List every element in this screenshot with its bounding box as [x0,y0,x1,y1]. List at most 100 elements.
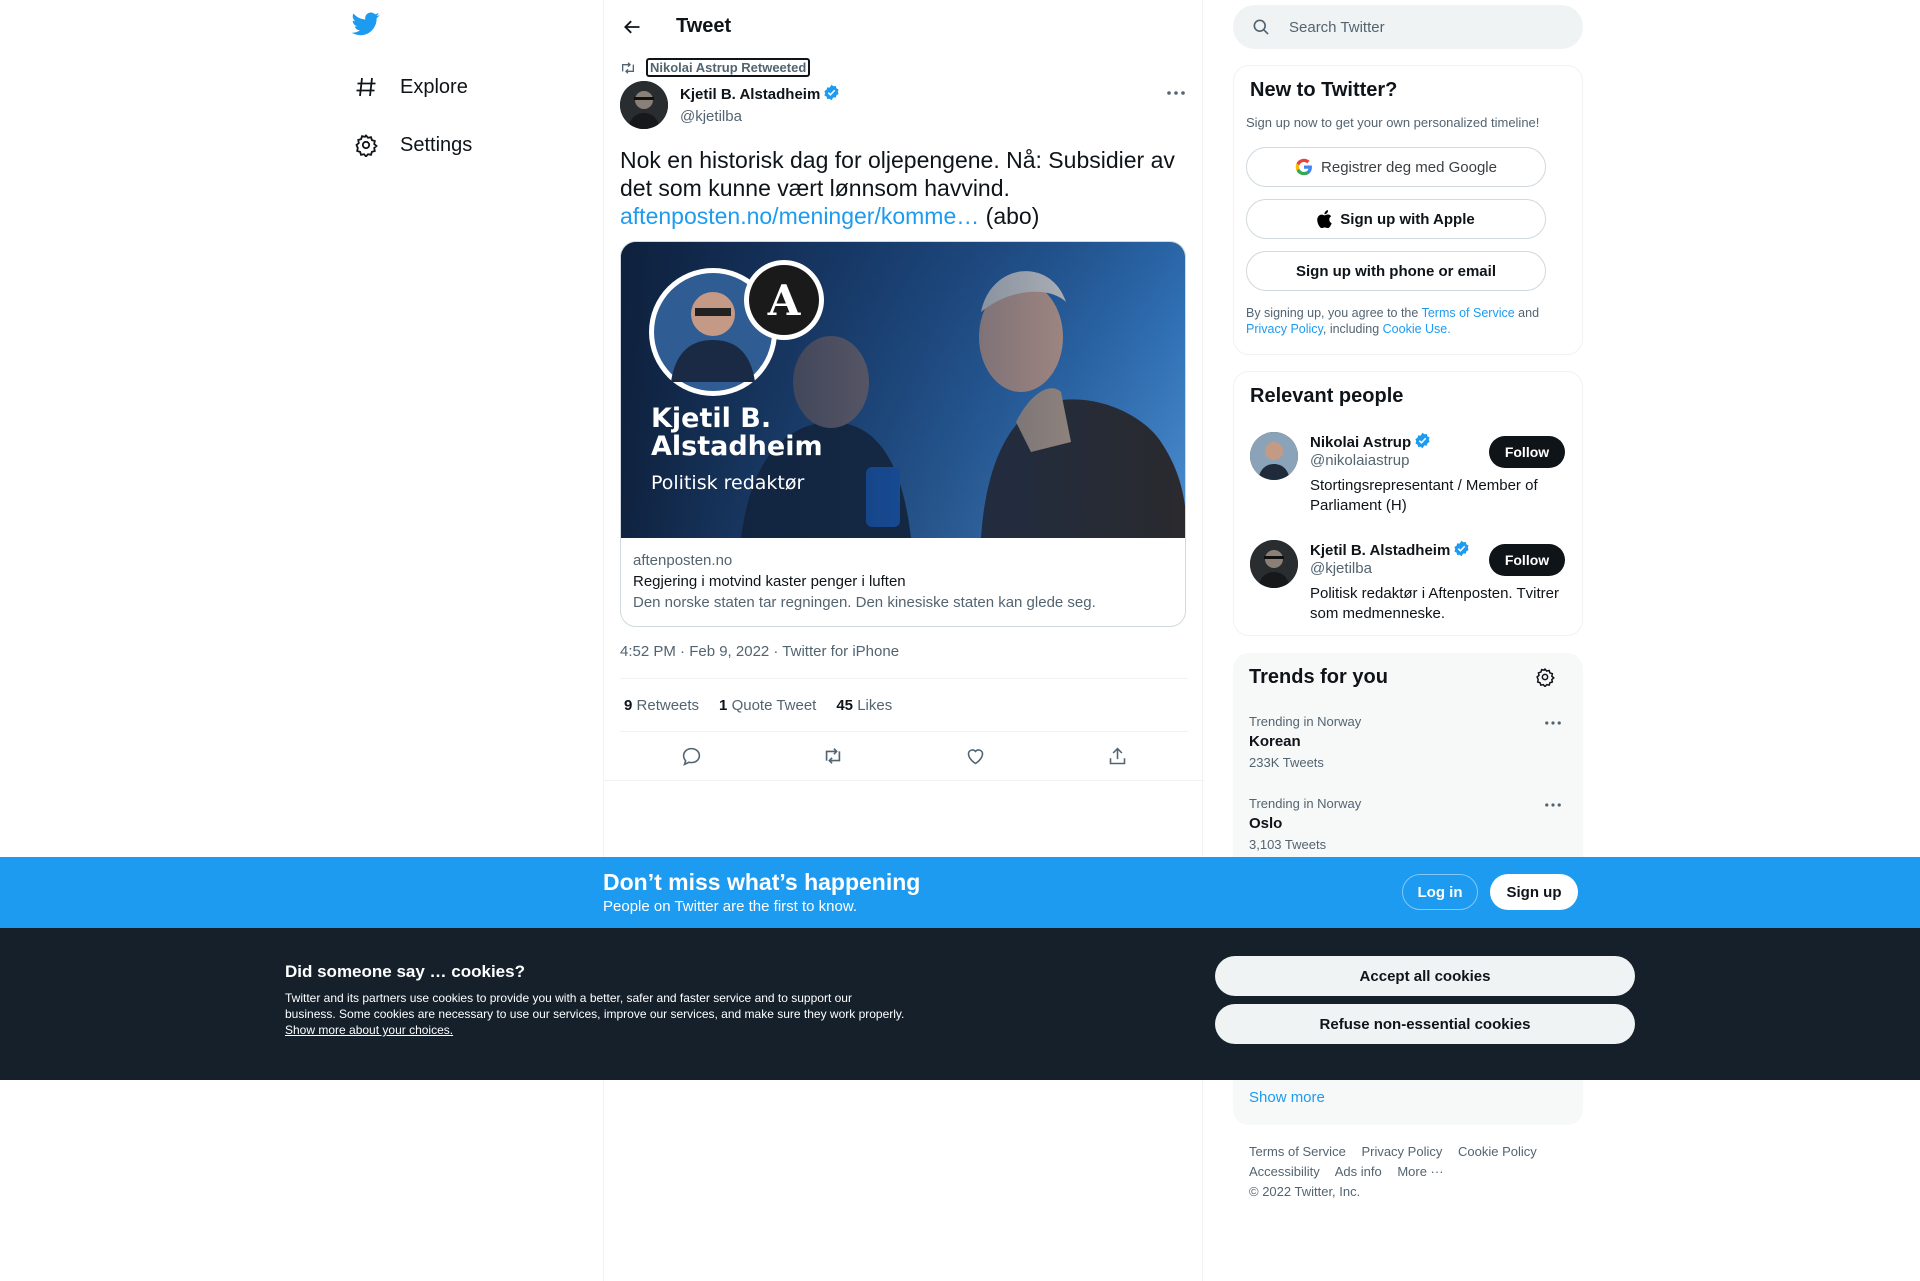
card-domain: aftenposten.no [633,552,733,569]
search-input[interactable] [1289,18,1549,36]
tweet-text: Nok en historisk dag for oljepengene. Nå… [620,146,1190,230]
author-avatar[interactable] [620,81,668,129]
banner-heading: Don’t miss what’s happening [603,869,921,895]
trends-settings-gear-icon[interactable] [1535,667,1557,689]
tweet-more-icon[interactable] [1162,83,1190,103]
back-button[interactable] [616,11,648,43]
page-title: Tweet [676,15,732,37]
nav-explore-label: Explore [400,75,468,98]
author-name[interactable]: Kjetil B. Alstadheim [680,86,820,103]
likes-count: 45 [836,697,854,714]
retweets-count: 9 [624,697,633,714]
trends-title: Trends for you [1249,666,1388,688]
cookie-body: Twitter and its partners use cookies to … [285,990,905,1038]
share-icon[interactable] [1100,739,1134,773]
new-to-twitter-subtitle: Sign up now to get your own personalized… [1246,115,1540,130]
person-bio: Stortingsrepresentant / Member of Parlia… [1310,477,1538,514]
cookie-heading: Did someone say … cookies? [285,962,525,981]
footer-accessibility-link[interactable]: Accessibility [1249,1164,1320,1179]
hashtag-icon [352,73,380,101]
tweet-suffix: (abo) [979,203,1040,229]
cookie-use-link[interactable]: Cookie Use. [1383,322,1451,336]
trend-name: Korean [1249,733,1301,750]
footer-more-link[interactable]: More ··· [1397,1164,1443,1179]
signup-button[interactable]: Sign up [1490,874,1578,910]
trend-name: Oslo [1249,815,1283,832]
link-card[interactable]: A Kjetil B. Alstadheim Politisk redaktør… [620,241,1186,627]
follow-button[interactable]: Follow [1489,436,1565,468]
show-more-link[interactable]: Show more [1249,1089,1325,1106]
twitter-logo-icon[interactable] [351,12,382,42]
search-bar[interactable] [1233,5,1583,49]
like-heart-icon[interactable] [958,739,992,773]
footer-privacy-link[interactable]: Privacy Policy [1361,1144,1442,1159]
verified-badge-icon [823,84,840,105]
reply-icon[interactable] [674,739,708,773]
tweet-actions [620,740,1188,772]
footer-cookie-link[interactable]: Cookie Policy [1458,1144,1537,1159]
google-icon [1295,158,1313,176]
terms-link[interactable]: Terms of Service [1422,306,1515,320]
privacy-link[interactable]: Privacy Policy [1246,322,1323,336]
tweet-author: Kjetil B. Alstadheim @kjetilba [680,84,840,125]
new-to-twitter-title: New to Twitter? [1250,79,1398,101]
nav-settings[interactable]: Settings [352,125,472,165]
tweet-timestamp[interactable]: 4:52 PM · Feb 9, 2022 · Twitter for iPho… [620,643,899,660]
trend-item[interactable]: Trending in Norway Oslo 3,103 Tweets [1249,796,1569,852]
card-meta: aftenposten.no Regjering i motvind kaste… [633,552,1173,611]
card-image: A Kjetil B. Alstadheim Politisk redaktør [621,242,1185,538]
trend-context: Trending in Norway [1249,714,1362,729]
apple-signup-button[interactable]: Sign up with Apple [1246,199,1546,239]
nav-explore[interactable]: Explore [352,67,468,107]
phone-signup-label: Sign up with phone or email [1295,262,1496,280]
refuse-cookies-button[interactable]: Refuse non-essential cookies [1215,1004,1635,1044]
retweet-action-icon[interactable] [816,739,850,773]
divider [604,780,1204,781]
trend-context: Trending in Norway [1249,796,1362,811]
verified-badge-icon [1414,432,1431,453]
follow-button[interactable]: Follow [1489,544,1565,576]
google-signup-button[interactable]: Registrer deg med Google [1246,147,1546,187]
legal-and: and [1514,306,1540,320]
tweet-body: Nok en historisk dag for oljepengene. Nå… [620,147,1175,201]
person-name[interactable]: Kjetil B. Alstadheim [1310,542,1450,559]
card-description: Den norske staten tar regningen. Den kin… [633,594,1096,611]
avatar[interactable] [1250,540,1298,588]
card-overlay-name1: Kjetil B. [651,403,771,434]
footer-terms-link[interactable]: Terms of Service [1249,1144,1346,1159]
quotes-stat[interactable]: 1 Quote Tweet [719,697,816,714]
trend-item[interactable]: Trending in Norway Korean 233K Tweets [1249,714,1569,770]
avatar[interactable] [1250,432,1298,480]
phone-email-signup-button[interactable]: Sign up with phone or email [1246,251,1546,291]
legal-prefix: By signing up, you agree to the [1246,306,1422,320]
login-button[interactable]: Log in [1402,874,1478,910]
footer-ads-link[interactable]: Ads info [1335,1164,1382,1179]
legal-including: , including [1322,322,1383,336]
apple-signup-label: Sign up with Apple [1340,210,1475,228]
accept-cookies-button[interactable]: Accept all cookies [1215,956,1635,996]
more-icon[interactable] [1541,796,1565,814]
retweet-context: Nikolai Astrup Retweeted [620,58,811,77]
card-title: Regjering i motvind kaster penger i luft… [633,573,906,590]
quotes-count: 1 [719,697,728,714]
gear-icon [352,131,380,159]
person-name-row: Nikolai Astrup [1310,432,1431,453]
person-name[interactable]: Nikolai Astrup [1310,434,1411,451]
person-handle: @kjetilba [1310,560,1372,577]
card-overlay-role: Politisk redaktør [651,472,804,494]
author-handle[interactable]: @kjetilba [680,108,840,125]
cookie-choices-link[interactable]: Show more about your choices. [285,1023,453,1037]
person-bio: Politisk redaktør i Aftenposten. Tvitrer… [1310,585,1559,622]
signup-legal-text: By signing up, you agree to the Terms of… [1246,305,1566,337]
apple-icon [1317,210,1332,228]
more-icon[interactable] [1541,714,1565,732]
retweeted-by-link[interactable]: Nikolai Astrup Retweeted [646,58,811,77]
cookie-consent-banner: Did someone say … cookies? Twitter and i… [0,928,1920,1080]
likes-stat[interactable]: 45 Likes [836,697,892,714]
tweet-link[interactable]: aftenposten.no/meninger/komme… [620,203,979,229]
retweets-stat[interactable]: 9 Retweets [624,697,699,714]
author-name-row: Kjetil B. Alstadheim [680,84,840,105]
divider [620,731,1188,732]
nav-settings-label: Settings [400,133,473,156]
copyright: © 2022 Twitter, Inc. [1249,1184,1361,1199]
